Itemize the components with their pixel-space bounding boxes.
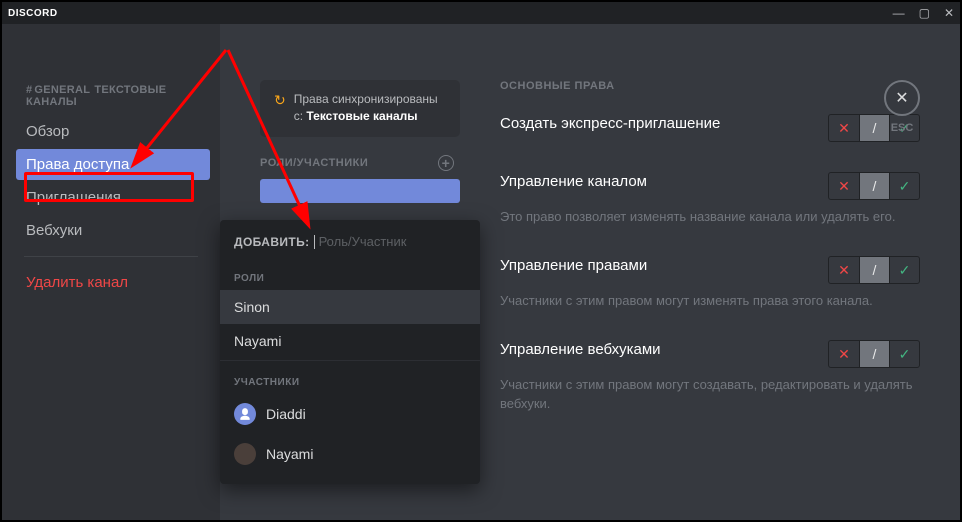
perm-title: Управление вебхуками	[500, 340, 808, 360]
add-role-icon[interactable]: +	[438, 155, 454, 171]
popup-role-item[interactable]: Nayami	[220, 324, 480, 358]
sync-icon: ↻	[274, 92, 286, 109]
nav-overview[interactable]: Обзор	[16, 116, 210, 147]
popup-roles-header: РОЛИ	[220, 259, 480, 290]
perm-manage-channel: Управление каналом ✕ / ✓ Это право позво…	[500, 172, 920, 226]
window-controls: — ▢ ✕	[893, 6, 954, 20]
permissions-header: ОСНОВНЫЕ ПРАВА	[500, 80, 920, 92]
sync-line2-prefix: с:	[294, 109, 307, 123]
popup-members-header: УЧАСТНИКИ	[220, 363, 480, 394]
perm-toggle[interactable]: ✕ / ✓	[828, 172, 920, 200]
deny-icon[interactable]: ✕	[829, 115, 859, 141]
perm-title: Создать экспресс-приглашение	[500, 114, 808, 134]
nav-permissions[interactable]: Права доступа	[16, 149, 210, 180]
allow-icon[interactable]: ✓	[889, 257, 919, 283]
breadcrumb-channel: GENERAL	[34, 84, 90, 96]
perm-title: Управление правами	[500, 256, 808, 276]
divider	[220, 360, 480, 361]
deny-icon[interactable]: ✕	[829, 341, 859, 367]
perm-toggle[interactable]: ✕ / ✓	[828, 256, 920, 284]
titlebar: DISCORD — ▢ ✕	[2, 2, 960, 24]
app-brand: DISCORD	[8, 8, 58, 19]
minimize-icon[interactable]: —	[893, 6, 905, 20]
allow-icon[interactable]: ✓	[889, 341, 919, 367]
settings-sidebar: #GENERALТЕКСТОВЫЕ КАНАЛЫ Обзор Права дос…	[2, 24, 220, 520]
popup-member-item[interactable]: Nayami	[220, 434, 480, 474]
close-icon[interactable]: ✕	[884, 80, 920, 116]
perm-manage-permissions: Управление правами ✕ / ✓ Участники с эти…	[500, 256, 920, 310]
breadcrumb: #GENERALТЕКСТОВЫЕ КАНАЛЫ	[2, 84, 220, 116]
perm-manage-webhooks: Управление вебхуками ✕ / ✓ Участники с э…	[500, 340, 920, 412]
close-settings: ✕ ESC	[884, 80, 920, 134]
hash-icon: #	[26, 84, 32, 96]
sync-notice: ↻ Права синхронизированы с: Текстовые ка…	[260, 80, 460, 137]
avatar-icon	[234, 403, 256, 425]
popup-member-item[interactable]: Diaddi	[220, 394, 480, 434]
avatar-icon	[234, 443, 256, 465]
add-role-popup: ДОБАВИТЬ: РОЛИ Sinon Nayami УЧАСТНИКИ Di…	[220, 220, 480, 484]
nav-delete-channel[interactable]: Удалить канал	[16, 267, 210, 298]
perm-title: Управление каналом	[500, 172, 808, 192]
deny-icon[interactable]: ✕	[829, 257, 859, 283]
role-pill-selected[interactable]	[260, 179, 460, 203]
perm-desc: Участники с этим правом могут изменять п…	[500, 292, 920, 310]
close-label: ESC	[884, 122, 920, 134]
perm-desc: Участники с этим правом могут создавать,…	[500, 376, 920, 412]
perm-toggle[interactable]: ✕ / ✓	[828, 340, 920, 368]
neutral-icon[interactable]: /	[859, 257, 889, 283]
perm-create-invite: Создать экспресс-приглашение ✕ / ✓	[500, 114, 920, 142]
nav-invites[interactable]: Приглашения	[16, 182, 210, 213]
sync-line1: Права синхронизированы	[294, 92, 438, 106]
neutral-icon[interactable]: /	[859, 341, 889, 367]
allow-icon[interactable]: ✓	[889, 173, 919, 199]
role-search-input[interactable]	[319, 234, 495, 249]
roles-column-header: РОЛИ/УЧАСТНИКИ +	[260, 155, 460, 171]
text-caret-icon	[314, 235, 315, 249]
nav-webhooks[interactable]: Вебхуки	[16, 215, 210, 246]
maximize-icon[interactable]: ▢	[919, 6, 930, 20]
perm-desc: Это право позволяет изменять название ка…	[500, 208, 920, 226]
add-label: ДОБАВИТЬ:	[234, 235, 310, 249]
close-window-icon[interactable]: ✕	[944, 6, 954, 20]
popup-role-item[interactable]: Sinon	[220, 290, 480, 324]
sync-line2-bold: Текстовые каналы	[306, 109, 417, 123]
deny-icon[interactable]: ✕	[829, 173, 859, 199]
neutral-icon[interactable]: /	[859, 173, 889, 199]
divider	[24, 256, 198, 257]
